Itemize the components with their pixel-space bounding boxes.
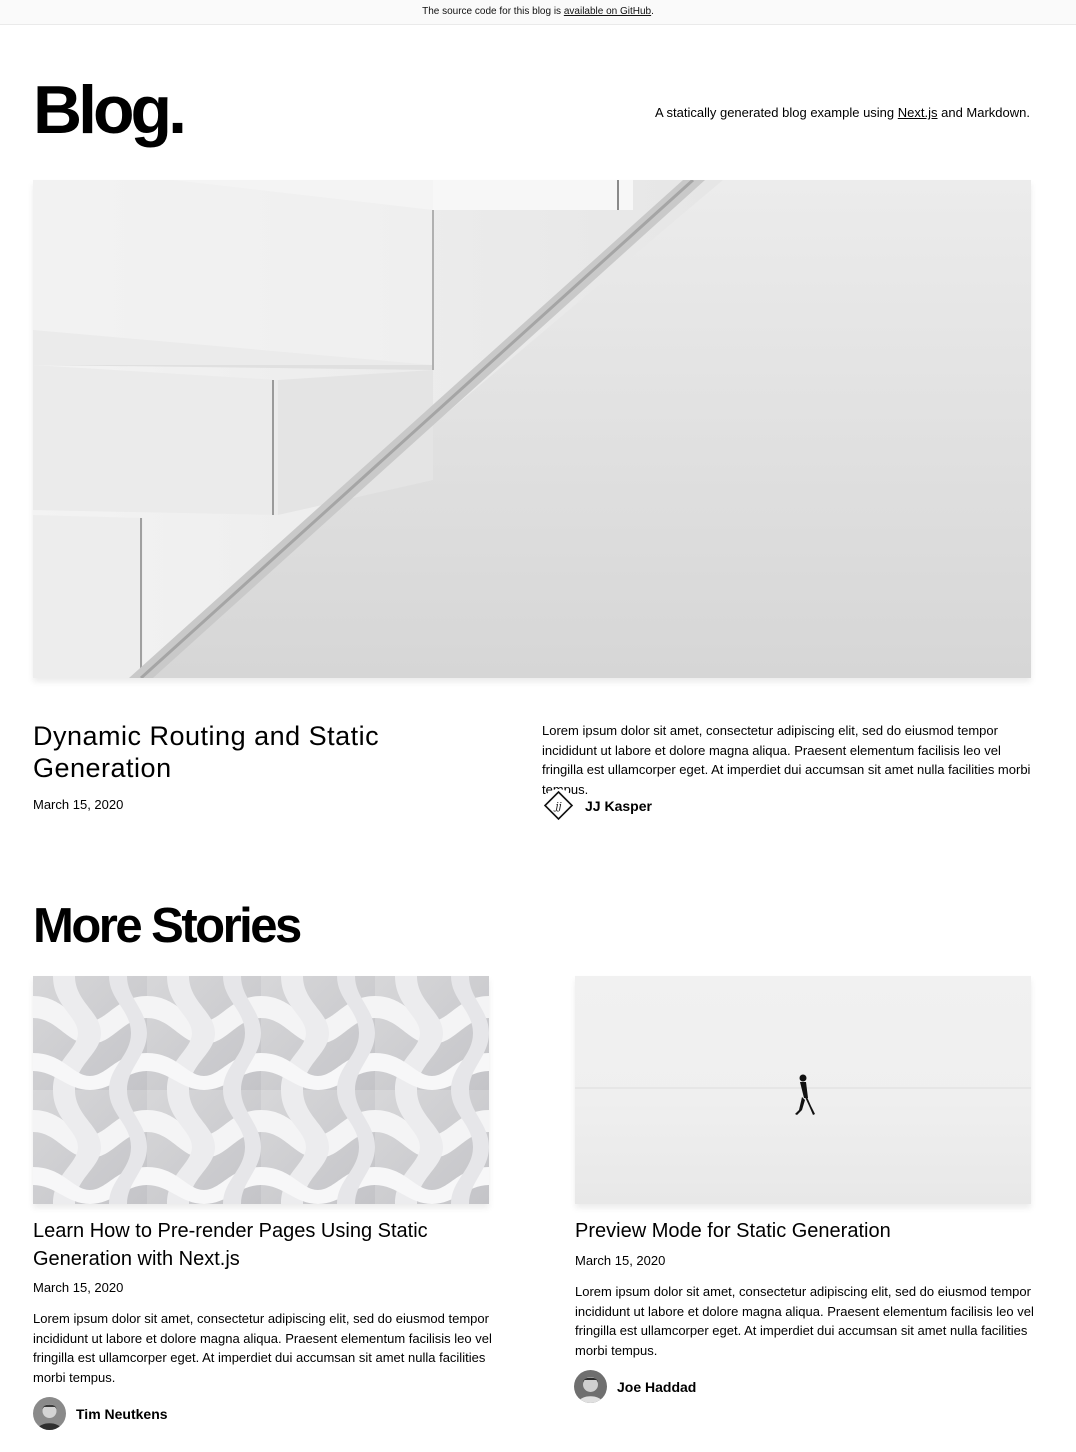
snow-walker-illustration — [575, 976, 1031, 1204]
tim-neutkens-avatar — [33, 1397, 66, 1430]
post-date: March 15, 2020 — [33, 1280, 124, 1295]
author-name: Joe Haddad — [617, 1378, 697, 1395]
post-date: March 15, 2020 — [575, 1253, 666, 1268]
banner-text: The source code for this blog is — [422, 6, 564, 17]
staircase-illustration — [33, 180, 1031, 678]
person-photo-icon — [33, 1397, 66, 1430]
top-banner: The source code for this blog is availab… — [0, 0, 1076, 25]
nextjs-link[interactable]: Next.js — [898, 105, 938, 120]
post-cover-image[interactable] — [575, 976, 1031, 1204]
hero-author: jj JJ Kasper — [542, 789, 652, 822]
tagline-text-end: and Markdown. — [937, 105, 1030, 120]
jj-kasper-avatar: jj — [542, 789, 575, 822]
avatar-initials: jj — [553, 802, 561, 813]
hero-post-date: March 15, 2020 — [33, 797, 124, 812]
woven-pattern-illustration — [33, 976, 489, 1204]
post-excerpt: Lorem ipsum dolor sit amet, consectetur … — [575, 1284, 1034, 1358]
post-title[interactable]: Preview Mode for Static Generation — [575, 1217, 1035, 1245]
more-stories-heading: More Stories — [33, 899, 302, 953]
post-title[interactable]: Learn How to Pre-render Pages Using Stat… — [33, 1217, 493, 1273]
author-name: Tim Neutkens — [76, 1405, 168, 1422]
hero-post-title[interactable]: Dynamic Routing and Static Generation — [33, 720, 473, 784]
joe-haddad-avatar — [574, 1370, 607, 1403]
banner-text-end: . — [651, 6, 654, 17]
tagline-text: A statically generated blog example usin… — [654, 105, 898, 120]
post-author: Joe Haddad — [574, 1370, 696, 1403]
hero-cover-image[interactable] — [33, 180, 1031, 678]
blog-logo[interactable]: Blog. — [33, 70, 187, 150]
person-photo-icon — [574, 1370, 607, 1403]
github-link[interactable]: available on GitHub — [564, 6, 651, 17]
author-name: JJ Kasper — [585, 797, 652, 814]
hero-post-excerpt: Lorem ipsum dolor sit amet, consectetur … — [542, 723, 1031, 797]
post-cover-image[interactable] — [33, 976, 489, 1204]
post-excerpt: Lorem ipsum dolor sit amet, consectetur … — [33, 1311, 492, 1385]
post-author: Tim Neutkens — [33, 1397, 168, 1430]
tagline: A statically generated blog example usin… — [655, 104, 1030, 122]
diamond-logo-icon: jj — [542, 789, 575, 822]
